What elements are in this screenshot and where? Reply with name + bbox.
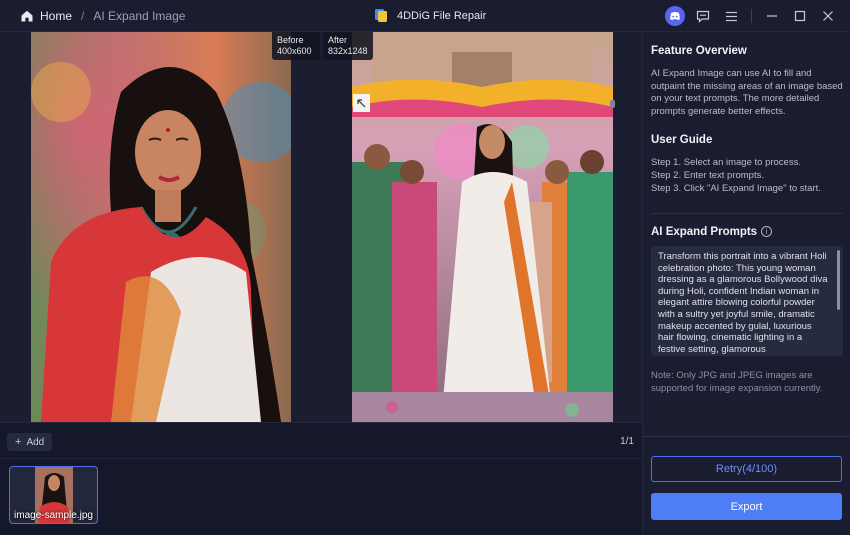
feedback-icon[interactable] [693, 6, 713, 26]
app-title: 4DDiG File Repair [374, 8, 486, 23]
format-note: Note: Only JPG and JPEG images are suppo… [651, 370, 823, 394]
after-tag-text: After 832x1248 [328, 35, 368, 56]
before-tag-text: Before 400x600 [277, 35, 312, 56]
discord-icon[interactable] [665, 6, 685, 26]
prompt-scrollbar[interactable] [837, 250, 840, 310]
breadcrumb-separator: / [81, 9, 85, 23]
menu-icon[interactable] [721, 6, 741, 26]
close-icon[interactable] [818, 6, 838, 26]
export-button[interactable]: Export [651, 493, 842, 520]
controls-divider [751, 9, 752, 23]
plus-icon: + [15, 436, 22, 448]
before-image [31, 32, 291, 422]
app-title-text: 4DDiG File Repair [397, 9, 487, 22]
title-bar: Home / AI Expand Image 4DDiG File Repair [0, 0, 850, 32]
resize-handle[interactable] [610, 100, 615, 108]
window-controls [665, 6, 838, 26]
prompt-text: Transform this portrait into a vibrant H… [658, 251, 828, 355]
add-button-label: Add [26, 436, 45, 448]
maximize-icon[interactable] [790, 6, 810, 26]
user-guide-title: User Guide [651, 134, 713, 146]
home-icon[interactable] [20, 9, 34, 23]
info-icon[interactable]: i [761, 226, 773, 237]
user-guide-step-1: Step 1. Select an image to process. [651, 157, 801, 168]
prompts-title-text: AI Expand Prompts [651, 226, 758, 238]
before-size-tag: Before 400x600 [272, 32, 320, 60]
feature-overview-title: Feature Overview [651, 45, 747, 57]
image-toolbar: + Add 1/1 [0, 422, 642, 458]
minimize-icon[interactable] [762, 6, 782, 26]
user-guide-step-2: Step 2. Enter text prompts. [651, 170, 764, 181]
breadcrumb: Home / AI Expand Image [20, 9, 185, 23]
expand-corner-icon[interactable] [353, 94, 370, 112]
page-count: 1/1 [620, 436, 634, 447]
feature-overview-text: AI Expand Image can use AI to fill and o… [651, 68, 843, 117]
thumbnail-strip: image-sample.jpg [0, 458, 642, 535]
retry-button[interactable]: Retry(4/100) [651, 456, 842, 482]
side-panel: Feature Overview AI Expand Image can use… [642, 32, 850, 535]
image-canvas: Before 400x600 After 832x1248 [0, 32, 642, 422]
user-guide-step-3: Step 3. Click "AI Expand Image" to start… [651, 183, 821, 194]
ai-expand-prompts-title: AI Expand Prompts i [651, 226, 773, 238]
app-logo-icon [375, 9, 387, 22]
after-image [352, 32, 613, 422]
prompt-textarea[interactable]: Transform this portrait into a vibrant H… [651, 246, 843, 356]
panel-bottom-divider [643, 436, 850, 437]
breadcrumb-home[interactable]: Home [40, 9, 72, 23]
add-button[interactable]: + Add [7, 433, 53, 451]
image-thumbnail[interactable]: image-sample.jpg [9, 466, 98, 524]
thumbnail-filename: image-sample.jpg [14, 510, 93, 521]
breadcrumb-current: AI Expand Image [93, 9, 186, 23]
after-size-tag: After 832x1248 [323, 32, 373, 60]
panel-divider [651, 213, 843, 214]
